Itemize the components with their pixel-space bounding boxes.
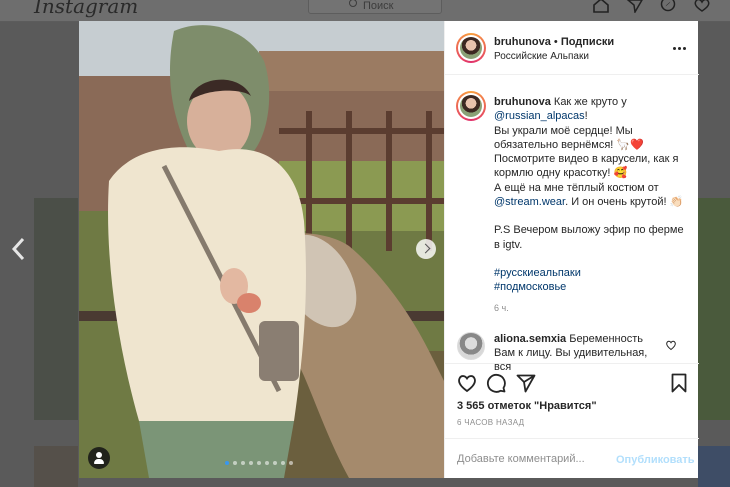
carousel-next-button[interactable]: [416, 239, 436, 259]
user-icon-head: [96, 452, 102, 458]
post-photo[interactable]: [79, 21, 444, 478]
background-post-thumbnail[interactable]: [698, 198, 730, 420]
tagged-users-button[interactable]: [88, 447, 110, 469]
header-line: bruhunova • Подписки: [494, 36, 614, 48]
post-sidebar: bruhunova • Подписки Российские Альпаки …: [444, 21, 699, 478]
location-link[interactable]: Российские Альпаки: [494, 51, 589, 62]
carousel-dot: [249, 461, 253, 465]
caption-text: !: [584, 110, 588, 123]
search-placeholder: Поиск: [363, 0, 394, 12]
carousel-dot: [225, 461, 229, 465]
home-icon[interactable]: [592, 0, 610, 13]
compass-icon[interactable]: [659, 0, 677, 13]
caption-line: P.S Вечером выложу эфир по ферме в igtv.: [494, 224, 684, 251]
carousel-dot: [241, 461, 245, 465]
instagram-logo[interactable]: Instagram: [34, 0, 138, 18]
header-separator: •: [553, 36, 558, 48]
post-actions: 3 565 отметок "Нравится" 6 ЧАСОВ НАЗАД О…: [445, 363, 699, 478]
background-post-thumbnail[interactable]: [34, 198, 78, 420]
mention-link[interactable]: @russian_alpacas: [494, 110, 585, 122]
background-post-thumbnail[interactable]: [698, 446, 730, 487]
author-avatar[interactable]: [456, 33, 486, 63]
caption-username[interactable]: bruhunova: [494, 96, 551, 108]
author-username[interactable]: bruhunova: [494, 36, 551, 48]
carousel-dot: [273, 461, 277, 465]
carousel-dot: [257, 461, 261, 465]
posted-time[interactable]: 6 ЧАСОВ НАЗАД: [457, 418, 524, 427]
publish-button[interactable]: Опубликовать: [616, 454, 695, 466]
background-header: Instagram Поиск: [0, 0, 730, 22]
comment-bubble-icon[interactable]: [485, 372, 507, 394]
post-header: bruhunova • Подписки Российские Альпаки: [445, 21, 699, 75]
caption-author-avatar[interactable]: [456, 91, 486, 121]
caption-line: Посмотрите видео в карусели, как я кормл…: [494, 153, 679, 180]
more-options-icon[interactable]: [673, 47, 686, 50]
caption-text: Как же круто у: [553, 96, 627, 108]
share-direct-icon[interactable]: [515, 372, 537, 394]
caption-text: . И он очень крутой! 👏🏻: [565, 196, 684, 209]
photo-scene: [79, 21, 444, 478]
carousel-dot: [265, 461, 269, 465]
commenter-username[interactable]: aliona.semxia: [494, 333, 566, 345]
user-icon-body: [94, 459, 104, 464]
add-comment-bar: Опубликовать: [445, 438, 699, 479]
post-modal: bruhunova • Подписки Российские Альпаки …: [79, 21, 699, 478]
caption-line: Вы украли моё сердце! Мы обязательно вер…: [494, 124, 644, 151]
comment-like-heart-icon[interactable]: [665, 339, 677, 351]
post-caption: bruhunova Как же круто у @russian_alpaca…: [494, 95, 690, 315]
direct-icon[interactable]: [626, 0, 644, 13]
hashtag-link[interactable]: #русскиеальпаки: [494, 266, 690, 280]
follow-status-button[interactable]: Подписки: [561, 36, 614, 48]
add-comment-input[interactable]: [457, 449, 607, 469]
commenter-avatar[interactable]: [457, 332, 485, 360]
save-bookmark-icon[interactable]: [668, 372, 690, 394]
carousel-dot: [281, 461, 285, 465]
caption-time[interactable]: 6 ч.: [494, 301, 690, 315]
background-post-thumbnail[interactable]: [34, 446, 78, 487]
previous-post-arrow-icon[interactable]: [10, 236, 28, 262]
like-heart-icon[interactable]: [456, 372, 478, 394]
caption-text: А ещё на мне тёплый костюм от: [494, 181, 659, 194]
search-icon: [349, 0, 357, 7]
hashtag-link[interactable]: #подмосковье: [494, 280, 690, 294]
likes-count[interactable]: 3 565 отметок "Нравится": [457, 400, 597, 412]
activity-heart-icon[interactable]: [693, 0, 711, 13]
mention-link[interactable]: @stream.wear: [494, 196, 565, 208]
carousel-indicator: [225, 461, 293, 465]
carousel-dot: [233, 461, 237, 465]
search-input[interactable]: Поиск: [308, 0, 442, 14]
carousel-dot: [289, 461, 293, 465]
